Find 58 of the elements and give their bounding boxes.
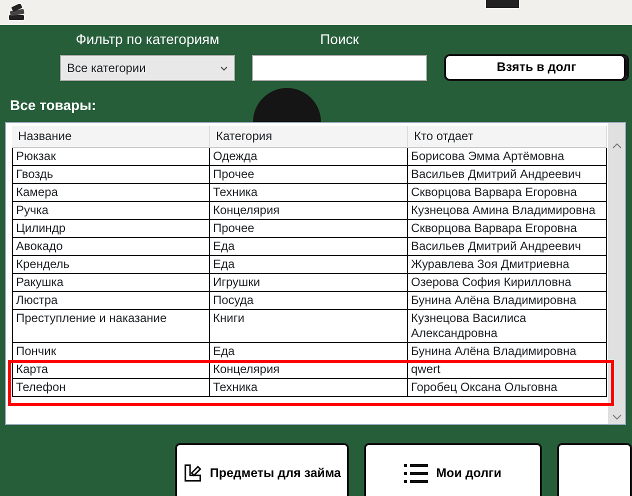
- table-cell: Журавлева Зоя Дмитриевна: [408, 256, 607, 274]
- category-dropdown[interactable]: Все категории: [60, 55, 235, 81]
- table-cell: Горобец Оксана Ольговна: [408, 379, 607, 397]
- table-cell: Цилиндр: [12, 220, 210, 238]
- table-cell: Авокадо: [12, 238, 210, 256]
- table-cell: Борисова Эмма Артёмовна: [408, 148, 607, 166]
- books-icon: [8, 4, 26, 22]
- nav-button[interactable]: Мои долги: [364, 443, 542, 496]
- table-cell: Еда: [210, 256, 408, 274]
- borrow-button[interactable]: Взять в долг: [444, 54, 629, 81]
- column-header[interactable]: Название: [12, 126, 210, 148]
- table-cell: Телефон: [12, 379, 210, 397]
- table-cell: Крендель: [12, 256, 210, 274]
- section-title: Все товары:: [10, 96, 96, 115]
- table-cell: Прочее: [210, 166, 408, 184]
- list-icon: [404, 463, 428, 483]
- table-cell: Кузнецова Амина Владимировна: [408, 202, 607, 220]
- search-field[interactable]: [252, 55, 427, 81]
- table-cell: Камера: [12, 184, 210, 202]
- table-cell: Пончик: [12, 343, 210, 361]
- table-cell: Озерова София Кирилловна: [408, 274, 607, 292]
- table-cell: Бунина Алёна Владимировна: [408, 343, 607, 361]
- table-cell: Люстра: [12, 292, 210, 310]
- scroll-bar[interactable]: [608, 123, 625, 424]
- table-cell: Скворцова Варвара Егоровна: [408, 184, 607, 202]
- table-cell: Техника: [210, 379, 408, 397]
- table-cell: Концелярия: [210, 361, 408, 379]
- nav-button[interactable]: Предметы для займа: [175, 443, 349, 496]
- table-cell: Концелярия: [210, 202, 408, 220]
- table-cell: Преступление и наказание: [12, 310, 210, 343]
- table-cell: Техника: [210, 184, 408, 202]
- table-cell: Скворцова Варвара Егоровна: [408, 220, 607, 238]
- table-cell: Кузнецова Василиса Александровна: [408, 310, 607, 343]
- table-cell: Еда: [210, 238, 408, 256]
- table-cell: Карта: [12, 361, 210, 379]
- table-cell: qwert: [408, 361, 607, 379]
- column-header[interactable]: Кто отдает: [408, 126, 607, 148]
- table-cell: Васильев Дмитрий Андреевич: [408, 238, 607, 256]
- search-label: Поиск: [319, 30, 360, 49]
- table-cell: Васильев Дмитрий Андреевич: [408, 166, 607, 184]
- filter-label: Фильтр по категориям: [74, 30, 220, 49]
- scroll-down-icon[interactable]: [612, 414, 622, 420]
- table-cell: Ракушка: [12, 274, 210, 292]
- table-cell: Книги: [210, 310, 408, 343]
- caret-icon: [220, 66, 228, 70]
- table-cell: Рюкзак: [12, 148, 210, 166]
- nav-button[interactable]: [556, 443, 632, 496]
- table-cell: Бунина Алёна Владимировна: [408, 292, 607, 310]
- table-cell: Игрушки: [210, 274, 408, 292]
- table-cell: Ручка: [12, 202, 210, 220]
- window-handle[interactable]: [486, 0, 519, 8]
- table-cell: Одежда: [210, 148, 408, 166]
- table-cell: Посуда: [210, 292, 408, 310]
- scroll-up-icon[interactable]: [612, 143, 622, 149]
- column-header[interactable]: Категория: [210, 126, 408, 148]
- table-cell: Еда: [210, 343, 408, 361]
- table-cell: Гвоздь: [12, 166, 210, 184]
- table-cell: Прочее: [210, 220, 408, 238]
